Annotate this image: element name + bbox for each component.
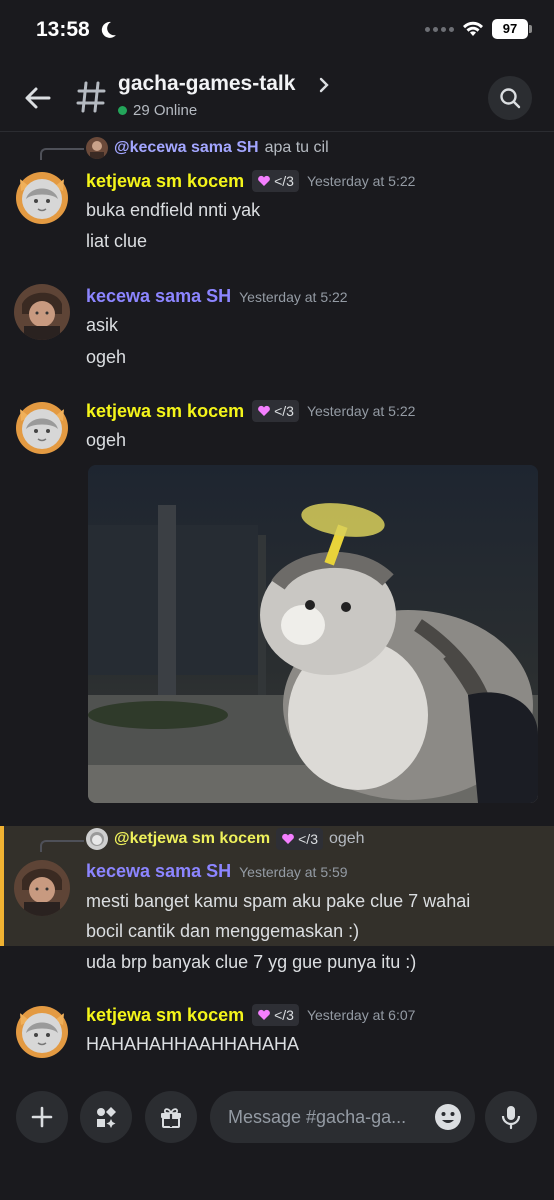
reply-preview[interactable]: @ketjewa sm kocem </3 ogeh	[86, 828, 365, 850]
message-header: kecewa sama SH Yesterday at 5:22	[86, 286, 348, 307]
message-input[interactable]	[228, 1106, 428, 1128]
heart-icon	[282, 833, 295, 844]
message-text: liat clue	[86, 231, 148, 251]
username[interactable]: kecewa sama SH	[86, 286, 231, 307]
signal-icon	[425, 26, 454, 32]
gif-attachment[interactable]	[88, 465, 538, 803]
message-text: asik	[86, 315, 119, 335]
gift-button[interactable]	[145, 1091, 197, 1143]
message-list: @kecewa sama SH apa tu cil ketjewa sm ko…	[0, 133, 554, 1080]
back-button[interactable]	[22, 82, 54, 114]
moon-icon	[101, 21, 116, 38]
message-text: ogeh	[86, 347, 127, 367]
avatar[interactable]	[14, 169, 70, 225]
timestamp: Yesterday at 5:22	[306, 173, 416, 189]
username[interactable]: kecewa sama SH	[86, 861, 231, 882]
avatar[interactable]	[14, 399, 70, 455]
avatar	[86, 828, 108, 850]
battery-icon: 97	[492, 19, 532, 39]
role-tag[interactable]: </3	[252, 400, 299, 422]
gift-icon	[161, 1108, 181, 1128]
role-tag: </3	[276, 828, 323, 850]
message-text: uda brp banyak clue 7 yg gue punya itu :…	[86, 952, 417, 972]
chevron-right-icon[interactable]	[318, 76, 330, 94]
wifi-icon	[463, 21, 483, 36]
search-button[interactable]	[488, 76, 532, 120]
arrow-left-icon	[25, 87, 51, 109]
message-input-container[interactable]	[210, 1091, 475, 1143]
avatar[interactable]	[14, 860, 70, 916]
search-icon	[500, 88, 521, 109]
status-bar: 13:58 97	[0, 0, 554, 62]
reply-connector	[40, 840, 84, 852]
username[interactable]: ketjewa sm kocem	[86, 1005, 244, 1026]
role-tag[interactable]: </3	[252, 170, 299, 192]
timestamp: Yesterday at 5:22	[239, 288, 348, 305]
message-text: ogeh	[86, 430, 127, 450]
clock: 13:58	[36, 18, 90, 41]
message-text: HAHAHAHHAAHHAHAHA	[86, 1034, 300, 1054]
timestamp: Yesterday at 6:07	[306, 1007, 416, 1023]
heart-icon	[258, 405, 270, 416]
message-header: kecewa sama SH Yesterday at 5:59	[86, 861, 348, 882]
channel-title[interactable]: gacha-games-talk	[118, 72, 295, 96]
online-count: 29 Online	[118, 102, 197, 119]
role-tag[interactable]: </3	[252, 1004, 299, 1026]
timestamp: Yesterday at 5:59	[239, 863, 348, 880]
message-text: buka endfield nnti yak	[86, 200, 261, 220]
avatar[interactable]	[14, 1003, 70, 1059]
add-attachment-button[interactable]	[16, 1091, 68, 1143]
username[interactable]: ketjewa sm kocem	[86, 401, 244, 422]
reply-text: ogeh	[328, 830, 365, 847]
microphone-icon	[501, 1106, 521, 1130]
heart-icon	[258, 175, 270, 186]
channel-header: gacha-games-talk 29 Online	[0, 62, 554, 132]
timestamp: Yesterday at 5:22	[306, 403, 416, 419]
hash-icon	[76, 81, 106, 113]
apps-button[interactable]	[80, 1091, 132, 1143]
message-header: ketjewa sm kocem </3 Yesterday at 6:07	[86, 1004, 415, 1026]
avatar[interactable]	[14, 284, 70, 340]
apps-icon	[97, 1107, 116, 1128]
message-text: bocil cantik dan menggemaskan :)	[86, 921, 360, 941]
message-text: mesti banget kamu spam aku pake clue 7 w…	[86, 891, 471, 911]
online-dot-icon	[118, 106, 127, 115]
avatar	[86, 137, 108, 159]
username[interactable]: ketjewa sm kocem	[86, 171, 244, 192]
message-header: ketjewa sm kocem </3 Yesterday at 5:22	[86, 400, 415, 422]
message-header: ketjewa sm kocem </3 Yesterday at 5:22	[86, 170, 415, 192]
heart-icon	[258, 1009, 270, 1020]
reply-mention: @kecewa sama SH	[114, 139, 259, 156]
plus-icon	[31, 1106, 53, 1128]
voice-message-button[interactable]	[485, 1091, 537, 1143]
reply-connector	[40, 148, 84, 160]
message-composer	[0, 1080, 554, 1200]
emoji-icon[interactable]	[433, 1102, 463, 1132]
reply-mention: @ketjewa sm kocem	[114, 830, 271, 847]
reply-preview[interactable]: @kecewa sama SH apa tu cil	[86, 137, 329, 159]
reply-text: apa tu cil	[264, 139, 329, 156]
